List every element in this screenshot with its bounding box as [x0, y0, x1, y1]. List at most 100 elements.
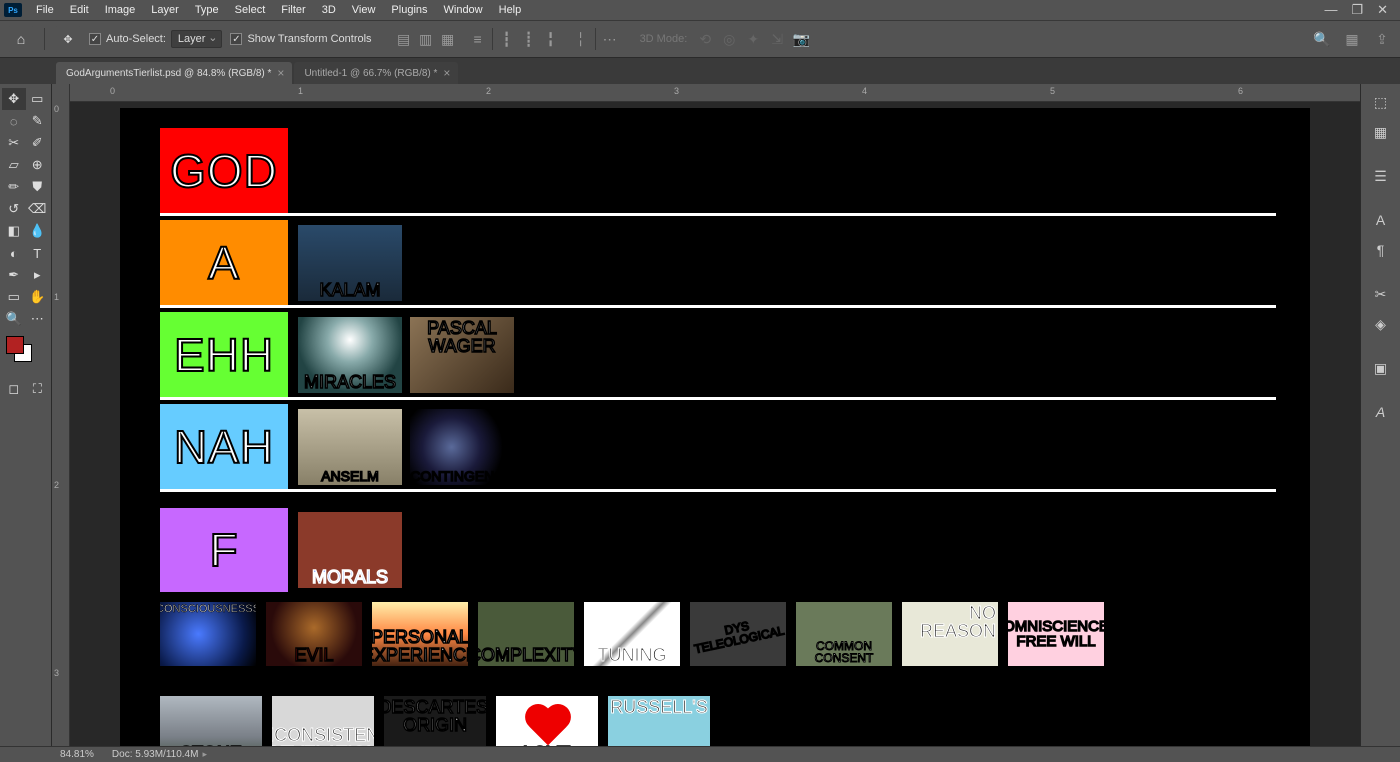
unsorted-pool[interactable]: STONEINCONSISTENT REVELATIONDESCARTES' O…	[160, 696, 1276, 746]
tier-items[interactable]	[288, 128, 1276, 213]
tier-card[interactable]: COMPLEXITY	[478, 602, 574, 666]
menu-file[interactable]: File	[28, 4, 62, 16]
tier-label[interactable]: A	[160, 220, 288, 305]
zoom-level[interactable]: 84.81%	[60, 749, 94, 760]
tier-card[interactable]: KALAM	[298, 225, 402, 301]
tier-items[interactable]: KALAM	[288, 220, 1276, 305]
edit-toolbar[interactable]: ⋯	[26, 308, 50, 330]
ruler-horizontal[interactable]: 0123456	[70, 84, 1360, 102]
restore-icon[interactable]: ❐	[1351, 2, 1363, 18]
layers-panel-icon[interactable]: ◈	[1367, 312, 1395, 336]
tab-close-icon[interactable]: ×	[443, 66, 450, 80]
menu-edit[interactable]: Edit	[62, 4, 97, 16]
tier-card[interactable]: CONTINGENCY	[410, 409, 514, 485]
gradient-tool[interactable]: ◧	[2, 220, 26, 242]
doc-info-arrow-icon[interactable]: ▸	[202, 749, 207, 759]
tier-card[interactable]: STONE	[160, 696, 262, 746]
move-tool[interactable]: ✥	[2, 88, 26, 110]
menu-select[interactable]: Select	[227, 4, 274, 16]
zoom-tool[interactable]: 🔍	[2, 308, 26, 330]
home-button[interactable]: ⌂	[8, 26, 34, 52]
tier-card[interactable]: MORALS	[298, 512, 402, 588]
color-panel-icon[interactable]: ⬚	[1367, 90, 1395, 114]
minimize-icon[interactable]: —	[1324, 2, 1337, 18]
document-tab[interactable]: GodArgumentsTierlist.psd @ 84.8% (RGB/8)…	[56, 62, 292, 84]
tier-card[interactable]: EVIL	[266, 602, 362, 666]
tier-card[interactable]: TUNING	[584, 602, 680, 666]
tier-items[interactable]: MORALS	[288, 508, 1276, 592]
ruler-vertical[interactable]: 0123	[52, 84, 70, 746]
document-tab[interactable]: Untitled-1 @ 66.7% (RGB/8) *×	[294, 62, 458, 84]
type-tool[interactable]: T	[26, 242, 50, 264]
tier-card[interactable]: OMNISCIENCE FREE WILL	[1008, 602, 1104, 666]
hand-tool[interactable]: ✋	[26, 286, 50, 308]
tier-card[interactable]: DYS TELEOLOGICAL	[690, 602, 786, 666]
character-panel-icon[interactable]: A	[1367, 208, 1395, 232]
show-transform-checkbox[interactable]	[230, 33, 242, 45]
glyphs-panel-icon[interactable]: A	[1367, 400, 1395, 424]
auto-select-dropdown[interactable]: Layer	[171, 30, 223, 48]
tier-items[interactable]: MIRACLESPASCAL WAGER	[288, 312, 1276, 397]
more-options-icon[interactable]: ⋯	[600, 29, 620, 49]
tier-card[interactable]: COMMON CONSENT	[796, 602, 892, 666]
brush-tool[interactable]: ✏	[2, 176, 26, 198]
tier-card[interactable]: CONSCIOUSNESSS	[160, 602, 256, 666]
tier-card[interactable]: RUSSELL'S	[608, 696, 710, 746]
tier-card[interactable]: MIRACLES	[298, 317, 402, 393]
color-swatches[interactable]	[2, 336, 49, 368]
tier-card[interactable]: PASCAL WAGER	[410, 317, 514, 393]
pen-tool[interactable]: ✒	[2, 264, 26, 286]
shape-tool[interactable]: ▭	[2, 286, 26, 308]
distribute-spacing-icon[interactable]: ╏	[541, 29, 561, 49]
swatches-panel-icon[interactable]: ▦	[1367, 120, 1395, 144]
screen-mode-tool[interactable]: ⛶	[26, 378, 50, 400]
quick-mask-tool[interactable]: ◻	[2, 378, 26, 400]
doc-size[interactable]: Doc: 5.93M/110.4M	[112, 749, 199, 760]
tier-items[interactable]: ANSELMCONTINGENCY	[288, 404, 1276, 489]
tier-card[interactable]: LOVE	[496, 696, 598, 746]
libraries-panel-icon[interactable]: ▣	[1367, 356, 1395, 380]
menu-view[interactable]: View	[344, 4, 384, 16]
align-right-icon[interactable]: ▦	[438, 29, 458, 49]
menu-layer[interactable]: Layer	[143, 4, 187, 16]
stamp-tool[interactable]: ⛊	[26, 176, 50, 198]
tier-card[interactable]: DESCARTES' ORIGIN	[384, 696, 486, 746]
search-icon[interactable]: 🔍	[1312, 29, 1332, 49]
tier-label[interactable]: EHH	[160, 312, 288, 397]
eyedropper-tool[interactable]: ✐	[26, 132, 50, 154]
properties-panel-icon[interactable]: ☰	[1367, 164, 1395, 188]
align-top-icon[interactable]: ≡	[468, 29, 488, 49]
tier-card[interactable]: PERSONAL EXPERIENCE	[372, 602, 468, 666]
dodge-tool[interactable]: ◐	[2, 242, 26, 264]
auto-select-checkbox[interactable]	[89, 33, 101, 45]
adjustments-panel-icon[interactable]: ✂	[1367, 282, 1395, 306]
tier-label[interactable]: NAH	[160, 404, 288, 489]
menu-3d[interactable]: 3D	[314, 4, 344, 16]
menu-help[interactable]: Help	[491, 4, 530, 16]
align-to-icon[interactable]: ╎	[571, 29, 591, 49]
menu-window[interactable]: Window	[436, 4, 491, 16]
distribute-v-icon[interactable]: ┋	[519, 29, 539, 49]
eraser-tool[interactable]: ⌫	[26, 198, 50, 220]
blur-tool[interactable]: 💧	[26, 220, 50, 242]
move-tool-icon[interactable]: ✥	[55, 26, 81, 52]
marquee-tool[interactable]: ▭	[26, 88, 50, 110]
distribute-h-icon[interactable]: ┇	[497, 29, 517, 49]
align-left-icon[interactable]: ▤	[394, 29, 414, 49]
workspace-icon[interactable]: ▦	[1342, 29, 1362, 49]
tier-card[interactable]: ANSELM	[298, 409, 402, 485]
menu-plugins[interactable]: Plugins	[383, 4, 435, 16]
quick-select-tool[interactable]: ✎	[26, 110, 50, 132]
unsorted-pool[interactable]: CONSCIOUSNESSSEVILPERSONAL EXPERIENCECOM…	[160, 602, 1276, 666]
menu-type[interactable]: Type	[187, 4, 227, 16]
frame-tool[interactable]: ▱	[2, 154, 26, 176]
menu-image[interactable]: Image	[97, 4, 144, 16]
heal-tool[interactable]: ⊕	[26, 154, 50, 176]
tier-label[interactable]: F	[160, 508, 288, 592]
crop-tool[interactable]: ✂	[2, 132, 26, 154]
align-center-h-icon[interactable]: ▥	[416, 29, 436, 49]
paragraph-panel-icon[interactable]: ¶	[1367, 238, 1395, 262]
lasso-tool[interactable]: ◌	[2, 110, 26, 132]
tier-card[interactable]: NO REASON	[902, 602, 998, 666]
share-icon[interactable]: ⇪	[1372, 29, 1392, 49]
